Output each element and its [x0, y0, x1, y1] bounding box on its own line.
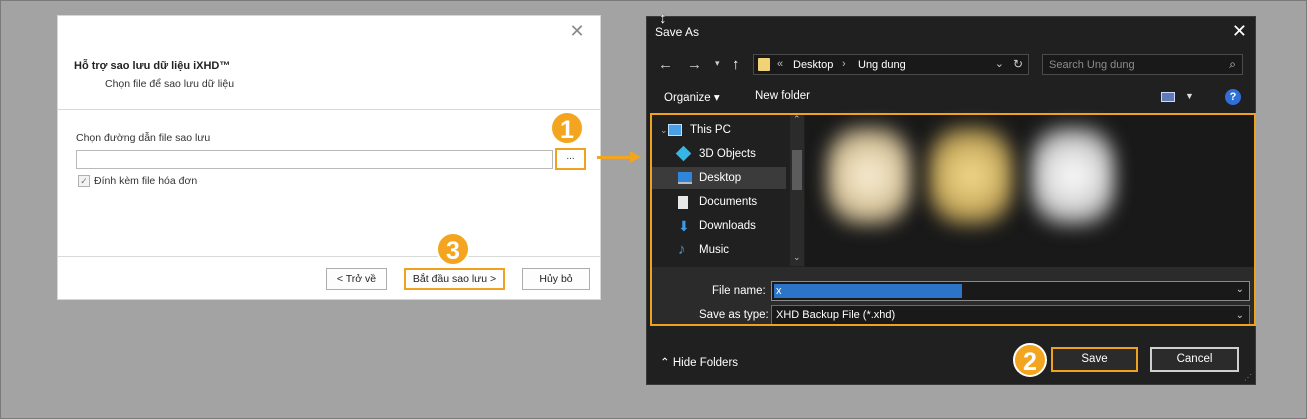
search-box[interactable]: ⌕	[1042, 54, 1243, 75]
back-arrow-icon[interactable]: ←	[658, 56, 673, 73]
hide-folders-label: Hide Folders	[672, 357, 739, 369]
cancel-button[interactable]: Hủy bỏ	[522, 268, 590, 290]
divider	[58, 109, 600, 110]
wizard-subtitle: Chọn file để sao lưu dữ liệu	[105, 78, 235, 90]
step-marker-3: 3	[436, 232, 470, 266]
folder-icon	[758, 58, 770, 71]
attach-invoice-checkbox[interactable]: ✓	[78, 175, 90, 187]
step-marker-1: 1	[550, 111, 584, 145]
wizard-title: Hỗ trợ sao lưu dữ liệu iXHD™	[74, 60, 231, 72]
close-icon[interactable]: ✕	[568, 22, 586, 40]
organize-menu[interactable]: Organize ▾	[664, 90, 720, 104]
refresh-icon[interactable]: ↻	[1013, 57, 1023, 71]
breadcrumb-overflow[interactable]: «	[777, 58, 783, 70]
new-folder-button[interactable]: New folder	[755, 90, 810, 102]
hide-folders-toggle[interactable]: ⌃ Hide Folders	[660, 355, 738, 369]
browse-button[interactable]: ...	[555, 148, 586, 170]
breadcrumb-ung-dung[interactable]: Ung dung	[858, 59, 906, 71]
breadcrumb-desktop[interactable]: Desktop	[793, 59, 833, 71]
breadcrumb-separator: ›	[842, 58, 846, 70]
forward-arrow-icon[interactable]: →	[687, 56, 702, 73]
chevron-down-icon[interactable]: ▾	[715, 58, 720, 69]
start-backup-button[interactable]: Bắt đầu sao lưu >	[404, 268, 505, 290]
attach-invoice-label: Đính kèm file hóa đơn	[94, 175, 198, 187]
arrow-connector	[597, 156, 633, 159]
close-icon[interactable]: ✕	[1232, 21, 1247, 42]
resize-grip-icon[interactable]: ⋰	[1244, 373, 1252, 382]
dialog-title: Save As	[655, 25, 700, 39]
save-button[interactable]: Save	[1051, 347, 1138, 372]
path-label: Chọn đường dẫn file sao lưu	[76, 132, 211, 144]
chevron-up-icon: ⌃	[660, 357, 670, 369]
address-bar[interactable]: « Desktop › Ung dung ⌄ ↻	[753, 54, 1029, 75]
help-icon[interactable]: ?	[1225, 89, 1241, 105]
up-arrow-icon[interactable]: ↑	[732, 56, 740, 73]
search-icon[interactable]: ⌕	[1229, 57, 1236, 72]
step-marker-2: 2	[1013, 343, 1047, 377]
view-options-icon[interactable]	[1161, 92, 1175, 102]
backup-wizard: ✕ Hỗ trợ sao lưu dữ liệu iXHD™ Chọn file…	[57, 15, 601, 300]
chevron-down-icon[interactable]: ⌄	[995, 57, 1004, 70]
chevron-down-icon[interactable]: ▼	[1185, 91, 1194, 101]
save-as-dialog: ↕ Save As ✕ ← → ▾ ↑ « Desktop › Ung dung…	[646, 10, 1256, 385]
backup-path-input[interactable]	[76, 150, 553, 169]
back-button[interactable]: < Trở về	[326, 268, 387, 290]
divider	[58, 256, 600, 257]
search-input[interactable]	[1049, 58, 1219, 72]
cancel-button[interactable]: Cancel	[1150, 347, 1239, 372]
highlight-frame	[650, 113, 1256, 326]
arrow-head-icon	[630, 151, 641, 163]
